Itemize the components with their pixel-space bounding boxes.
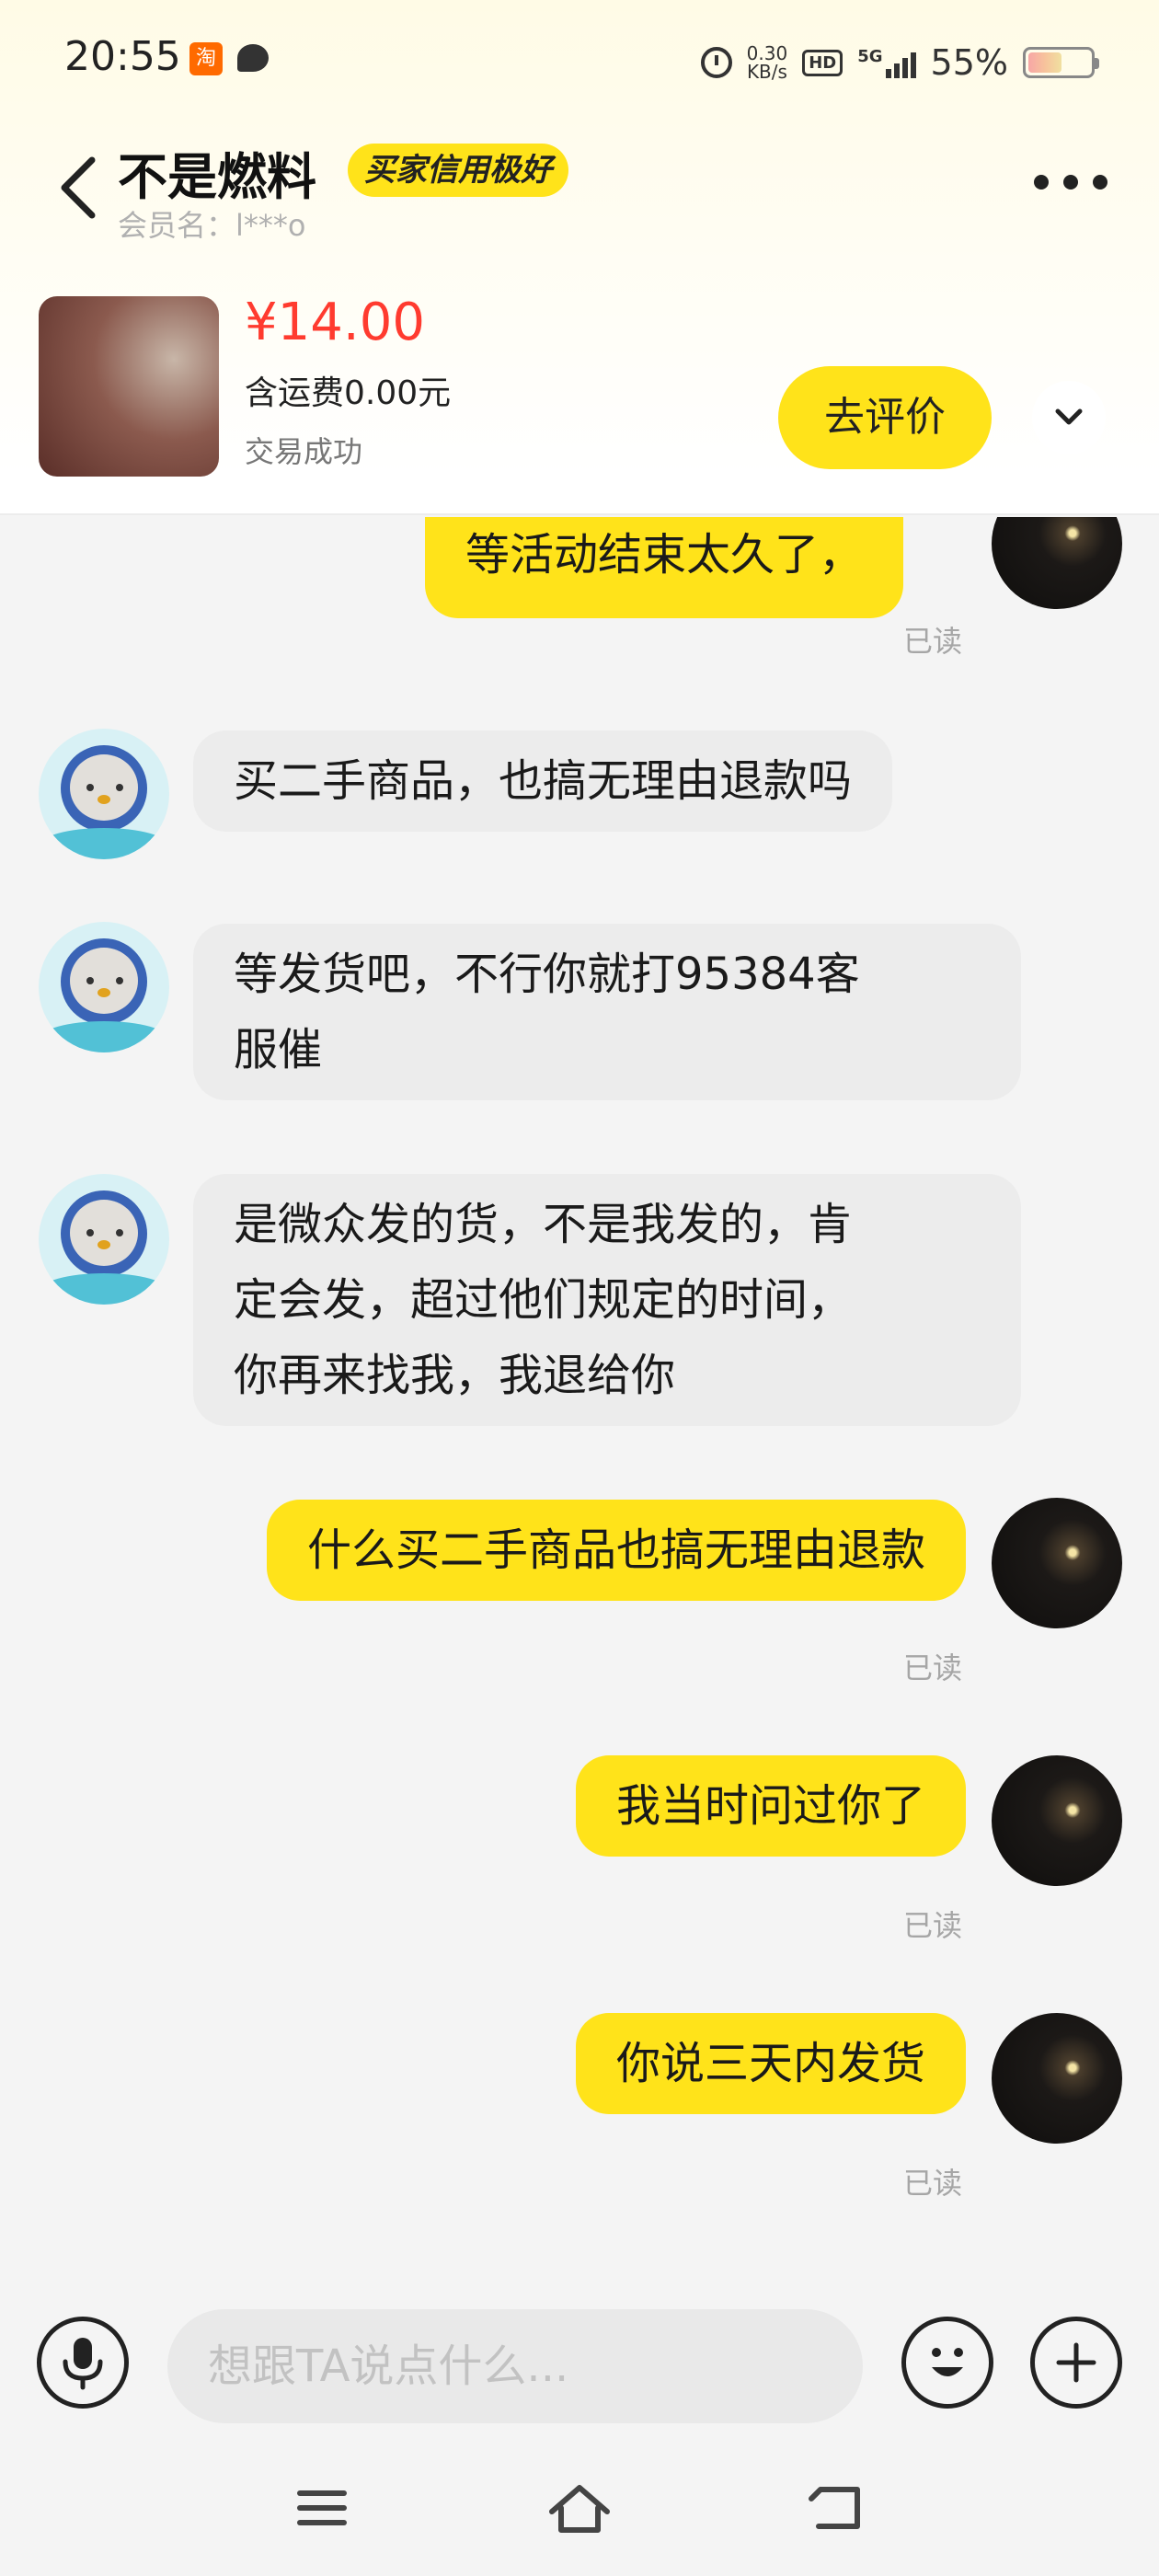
- top-area: 20:55 淘 0.30 KB/s HD 5G 55% 不是燃料 买家信用极好 …: [0, 0, 1159, 515]
- home-icon[interactable]: [543, 2480, 616, 2536]
- seller-avatar[interactable]: [39, 729, 169, 859]
- avatar-seal-face: [70, 948, 138, 1014]
- expand-button[interactable]: [1032, 381, 1106, 454]
- signal-bar: [885, 69, 891, 78]
- message-line: 你再来找我，我退给你: [234, 1350, 676, 1401]
- seller-avatar[interactable]: [39, 1174, 169, 1305]
- self-avatar[interactable]: [992, 1498, 1122, 1628]
- microphone-icon: [63, 2338, 103, 2390]
- message-input[interactable]: [167, 2309, 863, 2423]
- battery-fill: [1028, 52, 1062, 73]
- product-price: ¥14.00: [245, 293, 425, 352]
- credit-badge: 买家信用极好: [348, 144, 568, 197]
- message-bubble-outgoing[interactable]: 等活动结束太久了，: [425, 517, 904, 618]
- product-shipping: 含运费0.00元: [245, 374, 452, 412]
- read-status: 已读: [903, 1908, 963, 1943]
- signal-bar: [893, 63, 900, 78]
- more-dot: [1034, 175, 1049, 190]
- system-nav-bar: [0, 2438, 1159, 2576]
- signal-bar: [910, 52, 916, 78]
- hd-icon: HD: [802, 49, 843, 76]
- signal-bar: [901, 58, 908, 78]
- message-bubble-outgoing[interactable]: 什么买二手商品也搞无理由退款: [266, 1500, 966, 1601]
- battery-icon: [1023, 47, 1099, 78]
- read-status: 已读: [903, 624, 963, 659]
- message-bubble-outgoing[interactable]: 我当时问过你了: [575, 1755, 966, 1857]
- chat-title: 不是燃料: [118, 148, 316, 206]
- more-dot: [1063, 175, 1078, 190]
- avatar-seal-eye: [116, 784, 123, 791]
- message-bubble-incoming[interactable]: 是微众发的货，不是我发的，肯 定会发，超过他们规定的时间， 你再来找我，我退给你: [193, 1174, 1021, 1426]
- member-name: 会员名：l***o: [118, 208, 306, 243]
- avatar-seal-eye: [86, 784, 94, 791]
- taobao-notification-icon: 淘: [189, 42, 223, 75]
- message-line: 定会发，超过他们规定的时间，: [234, 1274, 853, 1326]
- signal-icon: 5G: [857, 47, 916, 78]
- product-card[interactable]: ¥14.00 含运费0.00元 交易成功 去评价: [0, 276, 1159, 515]
- product-thumbnail[interactable]: [39, 296, 219, 477]
- avatar-seal-nose: [98, 1240, 110, 1249]
- more-icon[interactable]: [1034, 175, 1107, 193]
- plus-icon: [1056, 2342, 1096, 2383]
- battery-percent: 55%: [930, 42, 1008, 83]
- more-dot: [1093, 175, 1107, 190]
- seller-avatar[interactable]: [39, 922, 169, 1052]
- self-avatar[interactable]: [992, 517, 1122, 609]
- signal-5g-label: 5G: [857, 47, 883, 66]
- status-time: 20:55: [64, 33, 181, 80]
- input-bar: [0, 2283, 1159, 2438]
- avatar-water: [39, 1021, 169, 1052]
- emoji-icon: [932, 2348, 963, 2376]
- back-icon[interactable]: [800, 2480, 874, 2536]
- self-avatar[interactable]: [992, 1755, 1122, 1886]
- message-notification-icon: [237, 44, 269, 72]
- avatar-seal-nose: [98, 795, 110, 804]
- net-speed-value: 0.30: [746, 42, 788, 64]
- order-status: 交易成功: [245, 434, 363, 469]
- chat-area[interactable]: 等活动结束太久了， 已读 买二手商品，也搞无理由退款吗 等发货吧，不行你就打95…: [0, 517, 1159, 2283]
- message-bubble-outgoing[interactable]: 你说三天内发货: [575, 2013, 966, 2114]
- avatar-seal-nose: [98, 988, 110, 997]
- message-line: 是微众发的货，不是我发的，肯: [234, 1199, 853, 1250]
- net-speed-unit: KB/s: [746, 61, 787, 83]
- avatar-seal-face: [70, 1200, 138, 1266]
- menu-icon[interactable]: [285, 2480, 359, 2536]
- avatar-seal-eye: [86, 1229, 94, 1236]
- avatar-water: [39, 1273, 169, 1305]
- message-bubble-incoming[interactable]: 等发货吧，不行你就打95384客 服催: [193, 924, 1021, 1100]
- back-arrow-icon[interactable]: [55, 155, 103, 221]
- read-status: 已读: [903, 2166, 963, 2201]
- message-line: 等发货吧，不行你就打95384客: [234, 949, 860, 1000]
- status-indicators: 0.30 KB/s HD 5G 55%: [700, 37, 1099, 88]
- review-button[interactable]: 去评价: [778, 366, 992, 469]
- plus-button[interactable]: [1030, 2317, 1122, 2409]
- message-bubble-incoming[interactable]: 买二手商品，也搞无理由退款吗: [193, 730, 893, 832]
- alarm-icon: [700, 47, 732, 78]
- net-speed: 0.30 KB/s: [747, 44, 788, 81]
- avatar-seal-eye: [116, 977, 123, 984]
- self-avatar[interactable]: [992, 2013, 1122, 2144]
- emoji-button[interactable]: [901, 2317, 993, 2409]
- status-bar: 20:55 淘 0.30 KB/s HD 5G 55%: [0, 0, 1159, 120]
- avatar-seal-eye: [86, 977, 94, 984]
- avatar-seal-eye: [116, 1229, 123, 1236]
- chevron-down-icon: [1055, 408, 1083, 425]
- message-line: 服催: [234, 1024, 323, 1075]
- avatar-water: [39, 828, 169, 859]
- avatar-seal-face: [70, 754, 138, 821]
- voice-button[interactable]: [37, 2317, 129, 2409]
- read-status: 已读: [903, 1650, 963, 1685]
